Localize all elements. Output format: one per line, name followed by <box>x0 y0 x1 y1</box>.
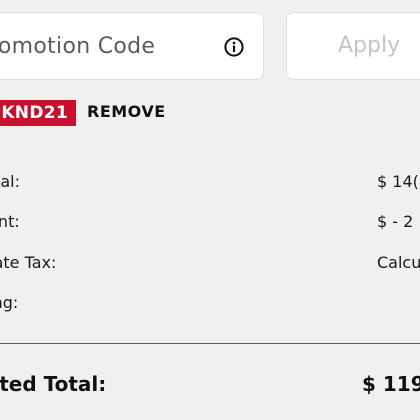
estimated-total-label: imated Total: <box>0 372 107 396</box>
shipping-label: ping: <box>0 293 19 312</box>
estimated-tax-value: Calcu <box>377 253 420 272</box>
applied-promo-code-badge: KND21 <box>0 100 76 126</box>
estimated-total-value: $ 119 <box>362 372 420 396</box>
apply-promo-button[interactable]: Apply <box>286 12 420 80</box>
remove-promo-link[interactable]: REMOVE <box>87 102 166 121</box>
discount-label: ount: <box>0 212 20 231</box>
info-circle-icon[interactable] <box>224 37 244 57</box>
promo-code-input[interactable] <box>0 13 205 79</box>
subtotal-label: total: <box>0 172 20 191</box>
promo-code-field[interactable] <box>0 12 264 80</box>
order-summary-panel: Apply KND21 REMOVE total: $ 14( ount: $ … <box>0 0 420 420</box>
estimated-tax-label: mate Tax: <box>0 253 57 272</box>
discount-value: $ - 2 <box>377 212 414 231</box>
subtotal-value: $ 14( <box>377 172 419 191</box>
summary-divider <box>0 343 420 344</box>
